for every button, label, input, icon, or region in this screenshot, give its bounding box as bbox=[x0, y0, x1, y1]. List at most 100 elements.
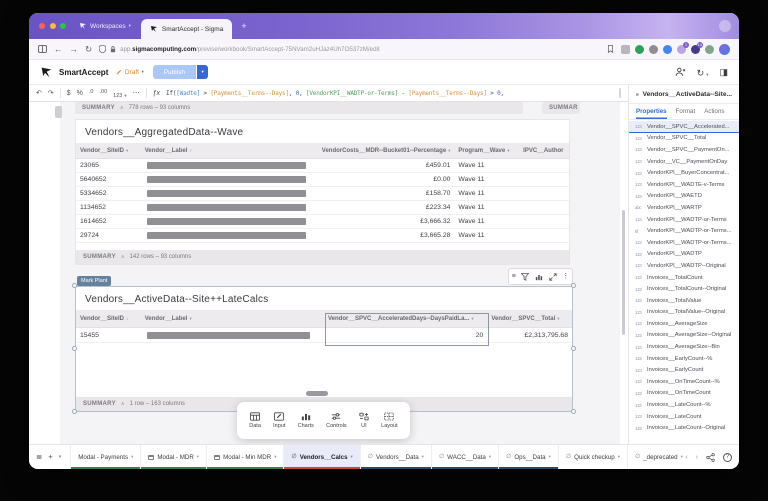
tab-format[interactable]: Format bbox=[676, 104, 696, 119]
extension-flower-icon[interactable]: 1 bbox=[677, 45, 686, 54]
percent-format-button[interactable]: % bbox=[77, 90, 83, 97]
browser-avatar[interactable] bbox=[719, 44, 730, 55]
field-list-item[interactable]: 123Vendor__SPVC__Accelerated... bbox=[629, 121, 739, 133]
field-list-item[interactable]: 123VendorKPI__BuyerConcentrat... bbox=[629, 167, 739, 179]
panel-element-header[interactable]: Vendors__ActiveData--Site... bbox=[629, 85, 739, 104]
page-tab[interactable]: ∅Vendors__Data▾ bbox=[360, 445, 431, 469]
sidebar-toggle-icon[interactable] bbox=[38, 45, 47, 53]
currency-format-button[interactable]: $ bbox=[67, 90, 71, 97]
page-list-icon[interactable]: ≣ bbox=[36, 453, 42, 461]
scroll-tabs-right-icon[interactable]: › bbox=[696, 454, 698, 461]
table-row[interactable]: 5640652£0.00Wave 11 bbox=[76, 173, 569, 187]
formula-input[interactable]: If([Wadte] > [Payments__Terms--Days], 0,… bbox=[166, 90, 613, 97]
column-header[interactable]: Vendor__Label▾ bbox=[141, 310, 324, 327]
back-button[interactable]: ← bbox=[54, 45, 63, 54]
address-field[interactable]: app.sigmacomputing.com/previse/workbook/… bbox=[99, 45, 600, 53]
table-row[interactable]: 29724£3,665.28Wave 11 bbox=[76, 229, 569, 243]
number-format-menu[interactable]: 123▾ bbox=[113, 84, 126, 102]
add-page-button[interactable]: + bbox=[48, 453, 52, 461]
decrease-decimal-button[interactable]: .0 bbox=[89, 90, 94, 96]
tab-properties[interactable]: Properties bbox=[636, 104, 667, 119]
column-header[interactable]: VendorCosts__MDR--Bucket01--Percentage▾ bbox=[310, 143, 454, 158]
field-list-item[interactable]: t/fVendorKPI__WADTP-or-Terms... bbox=[629, 225, 739, 237]
column-header[interactable]: Program__Wave▾ bbox=[454, 143, 519, 158]
zoom-window-button[interactable] bbox=[60, 23, 66, 29]
add-data-button[interactable]: Data bbox=[249, 412, 261, 429]
extension-purple-icon[interactable]: 14 bbox=[691, 45, 700, 54]
field-list-item[interactable]: 123Invoices__OnTimeCount bbox=[629, 388, 739, 400]
tab-actions[interactable]: Actions bbox=[704, 104, 724, 119]
field-list-item[interactable]: 123VendorKPI__WADTP bbox=[629, 249, 739, 261]
reload-button[interactable]: ↻ bbox=[85, 45, 92, 54]
tab-group-workspaces[interactable]: Workspaces ▾ bbox=[79, 22, 131, 30]
resize-handle-sw[interactable] bbox=[72, 409, 77, 414]
resize-handle-ne[interactable] bbox=[571, 283, 576, 288]
table-element-aggregated-wave[interactable]: Vendors__AggregatedData--Wave Vendor__Si… bbox=[75, 119, 570, 265]
page-tab[interactable]: Modal - Min MDR▾ bbox=[206, 445, 283, 469]
page-tab[interactable]: ∅WACC__Data▾ bbox=[431, 445, 498, 469]
field-list-item[interactable]: 123VendorKPI__WADTE-v-Terms bbox=[629, 179, 739, 191]
summary-bar-partial-top[interactable]: SUMMARY ∧ 778 rows – 93 columns bbox=[75, 102, 523, 114]
minimize-window-button[interactable] bbox=[50, 23, 56, 29]
publish-button[interactable]: Publish bbox=[153, 65, 196, 79]
page-tab[interactable]: Modal - Payments▾ bbox=[70, 445, 140, 469]
field-list-item[interactable]: 123Invoices__LateCount--Original bbox=[629, 422, 739, 434]
forward-button[interactable]: → bbox=[70, 45, 79, 54]
column-header-selected[interactable]: Vendor__SPVC__AcceleratedDays--DaysPaidL… bbox=[324, 310, 487, 327]
table-row[interactable]: 15455 20 £2,313,795.68 bbox=[76, 328, 572, 343]
more-formats-button[interactable]: ⋯ bbox=[133, 90, 140, 97]
resize-handle-se[interactable] bbox=[571, 409, 576, 414]
filter-icon[interactable] bbox=[521, 273, 529, 281]
resize-handle-nw[interactable] bbox=[72, 283, 77, 288]
field-list-item[interactable]: 123Invoices__LateCount bbox=[629, 411, 739, 423]
field-list-item[interactable]: 123Invoices__TotalCount--Original bbox=[629, 283, 739, 295]
summary-bar-partial-right[interactable]: SUMMAR bbox=[542, 102, 580, 114]
extension-green-gray-icon[interactable] bbox=[705, 45, 714, 54]
field-list-item[interactable]: 123Vendor__SPVC__PaymentOn... bbox=[629, 144, 739, 156]
field-list-item[interactable]: 123Invoices__EarlyCount bbox=[629, 364, 739, 376]
formula-scrollbar[interactable] bbox=[619, 88, 622, 98]
explore-chart-icon[interactable] bbox=[535, 273, 543, 281]
browser-tab-active[interactable]: SmartAccept - Sigma bbox=[141, 19, 232, 39]
field-list-item[interactable]: 123Vendor__VC__PaymentOnDay bbox=[629, 156, 739, 168]
column-header[interactable]: Vendor__SiteID▾ bbox=[76, 143, 141, 158]
add-input-button[interactable]: Input bbox=[273, 412, 285, 429]
field-list-item[interactable]: 123Invoices__OnTimeCount--% bbox=[629, 376, 739, 388]
workbook-canvas[interactable]: SUMMARY ∧ 778 rows – 93 columns SUMMAR V… bbox=[60, 102, 620, 444]
table-row[interactable]: 5334652£158.70Wave 11 bbox=[76, 187, 569, 201]
share-icon[interactable] bbox=[706, 453, 715, 462]
field-list-item[interactable]: 123VendorKPI__WADTP-or-Terms bbox=[629, 214, 739, 226]
field-list-item[interactable]: 123Invoices__TotalValue bbox=[629, 295, 739, 307]
extension-check-icon[interactable] bbox=[635, 45, 644, 54]
undo-button[interactable]: ↶ bbox=[36, 90, 42, 97]
profile-circle[interactable] bbox=[719, 20, 731, 32]
add-charts-button[interactable]: Charts bbox=[298, 412, 314, 429]
publish-dropdown-button[interactable]: ▾ bbox=[197, 65, 208, 79]
column-header[interactable]: Vendor__Label↕ bbox=[141, 143, 310, 158]
element-summary-bar[interactable]: SUMMARY ∧ 142 rows – 93 columns bbox=[76, 250, 569, 264]
page-tab[interactable]: ∅Quick checkup▾ bbox=[558, 445, 627, 469]
extension-gray-icon[interactable] bbox=[649, 45, 658, 54]
add-controls-button[interactable]: Controls bbox=[326, 412, 346, 429]
scroll-tabs-left-icon[interactable]: ‹ bbox=[685, 454, 687, 461]
field-list-item[interactable]: abcVendorKPI__WARTP bbox=[629, 202, 739, 214]
extension-window-icon[interactable] bbox=[621, 45, 630, 54]
close-window-button[interactable] bbox=[39, 23, 45, 29]
invite-user-icon[interactable] bbox=[675, 67, 686, 77]
left-panel-handle[interactable] bbox=[55, 106, 62, 118]
page-tab[interactable]: ∅Vendors__Calcs▾ bbox=[283, 445, 359, 469]
table-row[interactable]: 1614652£3,666.32Wave 11 bbox=[76, 215, 569, 229]
draft-status-menu[interactable]: Draft ▾ bbox=[116, 69, 143, 76]
canvas-scrollbar[interactable] bbox=[622, 210, 625, 335]
page-tab[interactable]: Modal - MDR▾ bbox=[140, 445, 206, 469]
table-row[interactable]: 1134652£223.34Wave 11 bbox=[76, 201, 569, 215]
field-list-item[interactable]: 123VendorKPI__WADTP-or-Terms... bbox=[629, 237, 739, 249]
field-list-item[interactable]: 123VendorKPI__WAETD bbox=[629, 191, 739, 203]
add-ui-button[interactable]: UI bbox=[359, 412, 369, 429]
field-list-item[interactable]: 123Invoices__AverageSize--Bin bbox=[629, 341, 739, 353]
redo-button[interactable]: ↷ bbox=[48, 90, 54, 97]
field-list-item[interactable]: 123VendorKPI__WADTP--Original bbox=[629, 260, 739, 272]
new-tab-button[interactable]: + bbox=[241, 22, 246, 31]
page-tab[interactable]: ∅_deprecated▾ bbox=[627, 445, 685, 469]
field-list-item[interactable]: 123Invoices__AverageSize bbox=[629, 318, 739, 330]
